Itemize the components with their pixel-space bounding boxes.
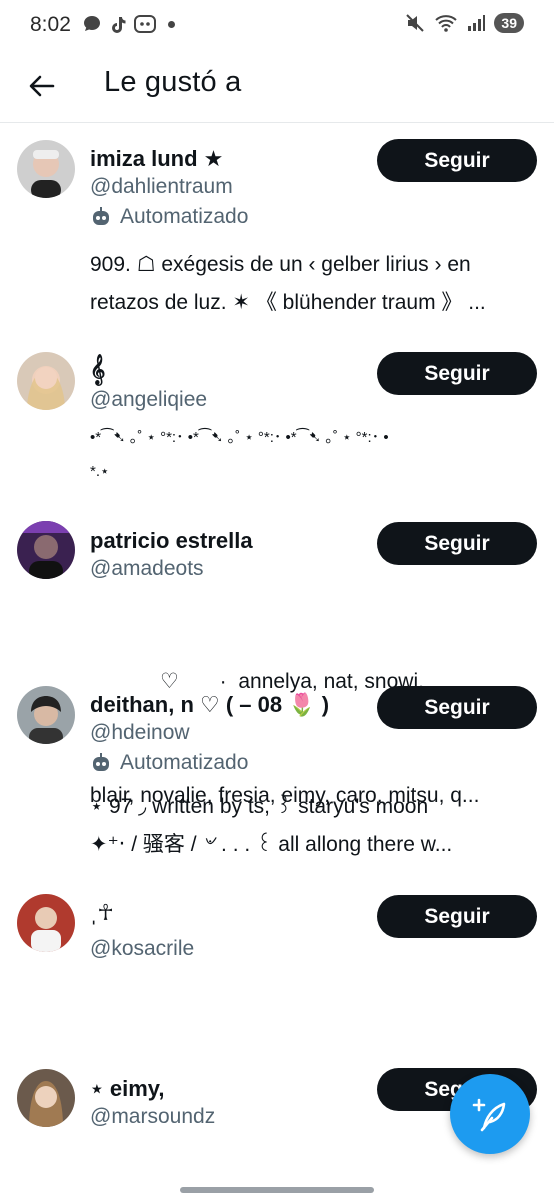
follow-button[interactable]: Seguir (377, 686, 537, 729)
battery-indicator: 39 (494, 13, 524, 33)
user-handle[interactable]: @marsoundz (90, 1105, 215, 1129)
page-title: Le gustó a (104, 66, 242, 98)
follow-button[interactable]: Seguir (377, 139, 537, 182)
user-cell[interactable]: patricio estrella @amadeots ♡ · annelya,… (0, 512, 554, 807)
status-bar: 8:02 39 (0, 0, 554, 52)
avatar[interactable] (17, 352, 75, 410)
gesture-bar (180, 1187, 374, 1193)
follow-button[interactable]: Seguir (377, 895, 537, 938)
user-name[interactable]: 𝄞 (90, 354, 105, 386)
mute-icon (406, 14, 425, 32)
bio-line: 909. ☖ exégesis de un ‹ gelber lirius › … (90, 253, 471, 276)
status-time: 8:02 (30, 13, 71, 36)
back-button[interactable] (22, 66, 62, 106)
automated-label: Automatizado (90, 751, 248, 775)
avatar[interactable] (17, 140, 75, 198)
bio-line: ⋆ 97 ◞ written by ts, ꒱ staryu's moon (90, 795, 429, 818)
notification-icons (82, 14, 175, 34)
top-app-bar: Le gustó a (0, 52, 554, 123)
wifi-icon (435, 15, 458, 32)
automated-label: Automatizado (90, 205, 248, 229)
user-handle[interactable]: @amadeots (90, 557, 204, 581)
user-name[interactable]: deithan, n ♡ ( – 08 🌷 ) (90, 692, 329, 718)
user-name[interactable]: patricio estrella (90, 528, 253, 554)
avatar[interactable] (17, 686, 75, 744)
dot-icon (168, 20, 175, 28)
follow-button[interactable]: Seguir (377, 352, 537, 395)
compose-feather-plus-icon (472, 1098, 506, 1132)
user-name[interactable]: ˌ☥ (90, 900, 114, 926)
robot-icon (93, 753, 109, 771)
signal-icon (468, 15, 486, 31)
bio-line: •*⁀➷ ｡˚ ⋆ °*:･ •*⁀➷ ｡˚ ⋆ °*:･ •*⁀➷ ｡˚ ⋆ … (90, 429, 389, 446)
compose-button[interactable] (450, 1074, 530, 1154)
user-name[interactable]: ⋆ eimy, (90, 1076, 165, 1102)
follow-button[interactable]: Seguir (377, 522, 537, 565)
chat-bubble-icon (84, 16, 100, 31)
user-cell[interactable]: imiza lund ★ @dahlientraum Automatizado … (0, 122, 554, 344)
avatar[interactable] (17, 1069, 75, 1127)
user-bio: ⋆ 97 ◞ written by ts, ꒱ staryu's moon ✦⁺… (90, 788, 540, 864)
tiktok-icon (112, 17, 126, 33)
user-cell[interactable]: 𝄞 @angeliqiee •*⁀➷ ｡˚ ⋆ °*:･ •*⁀➷ ｡˚ ⋆ °… (0, 344, 554, 512)
discord-icon (134, 15, 156, 33)
user-cell[interactable]: ˌ☥ @kosacrile Seguir (0, 882, 554, 1062)
bio-line: retazos de luz. ✶ 《 blühender traum 》 ..… (90, 291, 486, 314)
bio-line: *.⋆ (90, 463, 110, 480)
user-bio: 909. ☖ exégesis de un ‹ gelber lirius › … (90, 246, 540, 322)
avatar[interactable] (17, 521, 75, 579)
bio-line: ✦⁺‧ / 骚客 / ৺ . . . ꒰ all allong there w.… (90, 833, 453, 856)
arrow-left-icon (29, 75, 55, 97)
system-icons: 39 (404, 12, 524, 34)
user-name[interactable]: imiza lund ★ (90, 146, 223, 172)
automated-text: Automatizado (120, 205, 249, 228)
robot-icon (93, 207, 109, 225)
user-handle[interactable]: @hdeinow (90, 721, 190, 745)
user-bio: •*⁀➷ ｡˚ ⋆ °*:･ •*⁀➷ ｡˚ ⋆ °*:･ •*⁀➷ ｡˚ ⋆ … (90, 421, 540, 489)
user-handle[interactable]: @dahlientraum (90, 175, 233, 199)
user-handle[interactable]: @angeliqiee (90, 388, 207, 412)
user-cell[interactable]: deithan, n ♡ ( – 08 🌷 ) @hdeinow Automat… (0, 682, 554, 882)
automated-text: Automatizado (120, 751, 249, 774)
avatar[interactable] (17, 894, 75, 952)
user-handle[interactable]: @kosacrile (90, 937, 194, 961)
